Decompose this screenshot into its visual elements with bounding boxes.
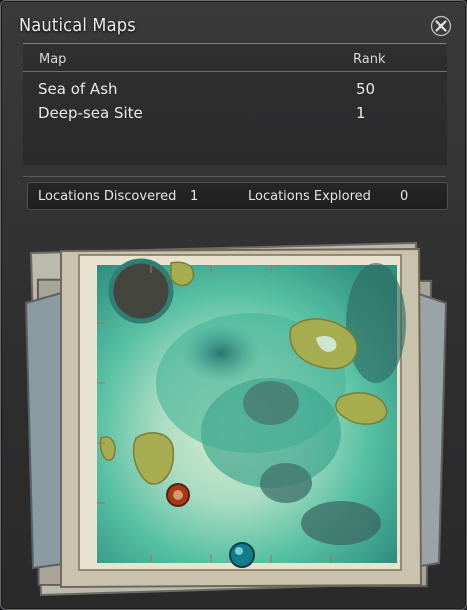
map-rank: 50 — [356, 80, 376, 98]
abyss-marking — [108, 258, 174, 324]
locations-discovered-label: Locations Discovered — [38, 189, 177, 204]
table-row[interactable]: Deep-sea Site 1 — [23, 104, 447, 128]
close-icon[interactable] — [430, 15, 452, 37]
stats-divider — [23, 176, 446, 177]
map-list-panel: Map Rank Sea of Ash 50 Deep-sea Site 1 — [23, 45, 447, 165]
map-name: Sea of Ash — [38, 80, 118, 98]
rank-column-header: Rank — [353, 52, 386, 67]
nautical-maps-window: Nautical Maps Map Rank Sea of Ash 50 Dee… — [0, 0, 467, 610]
table-row[interactable]: Sea of Ash 50 — [23, 80, 447, 104]
teal-location-pin[interactable] — [229, 542, 255, 568]
red-location-pin[interactable] — [166, 483, 190, 507]
nautical-map[interactable] — [21, 233, 451, 605]
locations-explored-value: 0 — [400, 189, 409, 204]
header-divider — [23, 71, 447, 72]
map-column-header: Map — [39, 52, 67, 67]
map-rank: 1 — [356, 104, 366, 122]
window-title: Nautical Maps — [19, 15, 136, 36]
locations-summary-bar: Locations Discovered 1 Locations Explore… — [27, 182, 448, 210]
title-divider — [23, 43, 446, 44]
map-name: Deep-sea Site — [38, 104, 143, 122]
locations-explored-label: Locations Explored — [248, 189, 371, 204]
locations-discovered-value: 1 — [190, 189, 199, 204]
